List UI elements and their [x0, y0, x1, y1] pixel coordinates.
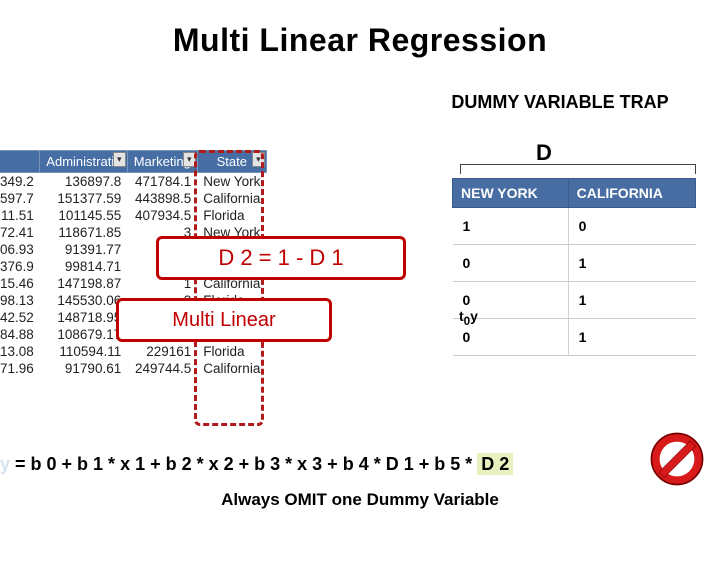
cell: 407934.5 — [127, 207, 197, 224]
overlay-d2-equation: D 2 = 1 - D 1 — [156, 236, 406, 280]
dummy-cell: 1 — [568, 245, 695, 282]
dummy-cell: 1 — [568, 282, 695, 319]
prohibited-icon — [648, 430, 706, 488]
column-header[interactable]: State▾ — [197, 151, 266, 173]
cell: 598.13 — [0, 292, 40, 309]
cell: 91790.61 — [40, 360, 127, 377]
d-bracket — [460, 164, 696, 174]
cell: 113.08 — [0, 343, 40, 360]
table-row: 11.51101145.55407934.5Florida — [0, 207, 266, 224]
cell: 376.9 — [0, 258, 40, 275]
subtitle-dummy-trap: DUMMY VARIABLE TRAP — [440, 92, 680, 113]
cell: 147198.87 — [40, 275, 127, 292]
cell: California — [197, 360, 266, 377]
cell: 72.41 — [0, 224, 40, 241]
table-row: 349.2136897.8471784.1New York — [0, 173, 266, 191]
cell: 349.2 — [0, 173, 40, 191]
cell: 142.52 — [0, 309, 40, 326]
page-title: Multi Linear Regression — [0, 22, 720, 59]
dummy-row: 01 — [453, 319, 696, 356]
cell: 108679.17 — [40, 326, 127, 343]
cell: 706.93 — [0, 241, 40, 258]
dummy-header: CALIFORNIA — [568, 179, 695, 208]
cell: 11.51 — [0, 207, 40, 224]
cell: New York — [197, 173, 266, 191]
cell: 471784.1 — [127, 173, 197, 191]
column-header-blank — [0, 151, 40, 173]
table-row: 71.9691790.61249744.5California — [0, 360, 266, 377]
cell: 597.7 — [0, 190, 40, 207]
cell: 71.96 — [0, 360, 40, 377]
omit-dummy-note: Always OMIT one Dummy Variable — [0, 490, 720, 510]
cell: 110594.11 — [40, 343, 127, 360]
overlay-multi-linear: Multi Linear — [116, 298, 332, 342]
cell: 148718.95 — [40, 309, 127, 326]
filter-dropdown-icon[interactable]: ▾ — [183, 152, 196, 167]
d-column-label: D — [536, 140, 552, 166]
cell: 91391.77 — [40, 241, 127, 258]
regression-equation: y = b 0 + b 1 * x 1 + b 2 * x 2 + b 3 * … — [0, 454, 720, 475]
cell: 145530.06 — [40, 292, 127, 309]
dummy-row: 01 — [453, 282, 696, 319]
filter-dropdown-icon[interactable]: ▾ — [113, 152, 126, 167]
dummy-cell: 0 — [568, 208, 695, 245]
cell: 101145.55 — [40, 207, 127, 224]
table-row: 113.08110594.11229161Florida — [0, 343, 266, 360]
overlay-t-label: t0y — [459, 308, 478, 328]
cell: 443898.5 — [127, 190, 197, 207]
cell: Florida — [197, 343, 266, 360]
cell: 136897.8 — [40, 173, 127, 191]
cell: 151377.59 — [40, 190, 127, 207]
cell: 99814.71 — [40, 258, 127, 275]
column-header[interactable]: Administrativ▾ — [40, 151, 127, 173]
cell: 118671.85 — [40, 224, 127, 241]
cell: 15.46 — [0, 275, 40, 292]
dummy-cell: 1 — [568, 319, 695, 356]
dummy-row: 10 — [453, 208, 696, 245]
filter-dropdown-icon[interactable]: ▾ — [252, 152, 265, 167]
dummy-cell: 0 — [453, 245, 569, 282]
cell: 584.88 — [0, 326, 40, 343]
dummy-header: NEW YORK — [453, 179, 569, 208]
cell: 229161 — [127, 343, 197, 360]
dummy-row: 01 — [453, 245, 696, 282]
cell: California — [197, 190, 266, 207]
cell: Florida — [197, 207, 266, 224]
dummy-variable-table: NEW YORKCALIFORNIA 10010101 — [452, 178, 696, 356]
table-row: 597.7151377.59443898.5California — [0, 190, 266, 207]
dummy-cell: 1 — [453, 208, 569, 245]
cell: 249744.5 — [127, 360, 197, 377]
column-header[interactable]: Marketing▾ — [127, 151, 197, 173]
